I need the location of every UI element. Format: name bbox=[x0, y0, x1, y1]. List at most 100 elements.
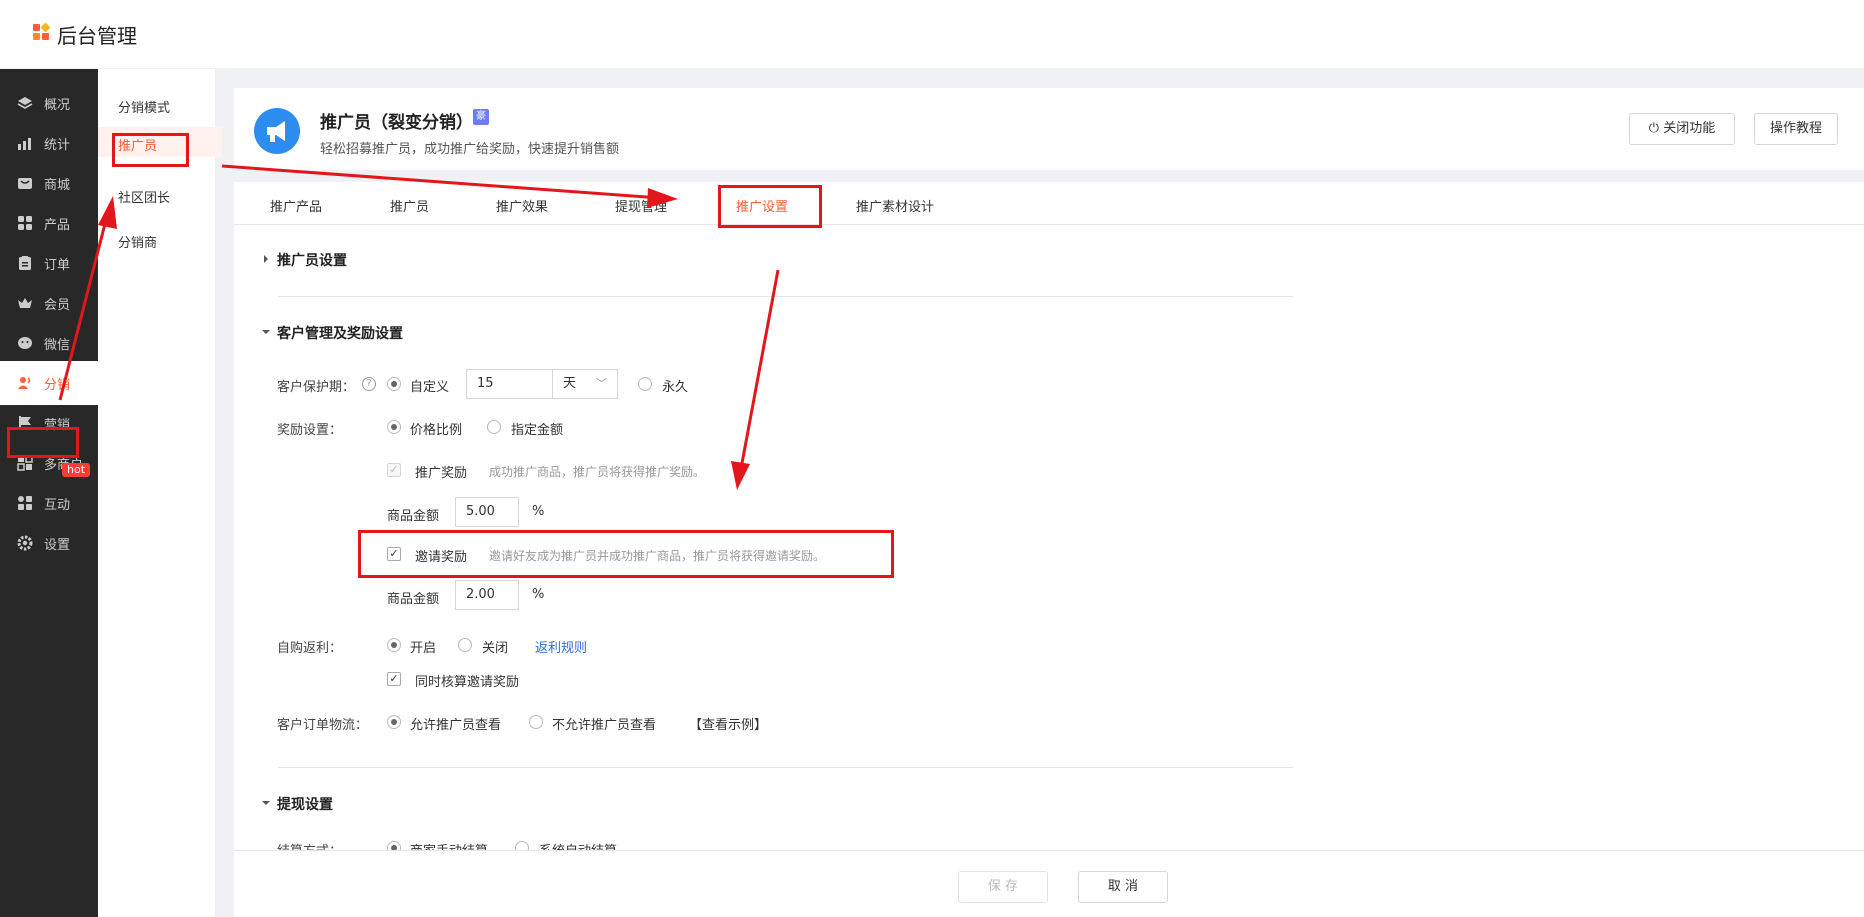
invite-reward-hint: 邀请好友成为推广员并成功推广商品，推广员将获得邀请奖励。 bbox=[489, 549, 826, 563]
help-icon[interactable]: ? bbox=[362, 377, 376, 391]
premium-badge: 豪 bbox=[473, 109, 489, 125]
page-subtitle: 轻松招募推广员，成功推广给奖励，快速提升销售额 bbox=[320, 142, 620, 157]
subnav-item-community-leader[interactable]: 社区团长 bbox=[118, 187, 170, 206]
subnav-item-promoter[interactable]: 推广员 bbox=[98, 127, 222, 157]
invite-amount-label: 商品金额 bbox=[387, 592, 440, 607]
section-promoter-title[interactable]: 推广员设置 bbox=[277, 250, 347, 270]
logistics-allow-radio[interactable] bbox=[387, 715, 401, 729]
divider bbox=[278, 296, 1293, 297]
store-icon bbox=[17, 455, 33, 471]
promote-reward-hint: 成功推广商品，推广员将获得推广奖励。 bbox=[489, 465, 706, 479]
flag-icon bbox=[19, 416, 31, 430]
nav-label: 统计 bbox=[44, 138, 71, 153]
nav-item-mall[interactable]: 商城 bbox=[0, 161, 98, 205]
rebate-off-radio[interactable] bbox=[458, 638, 472, 652]
nav-item-settings[interactable]: 设置 bbox=[0, 521, 98, 565]
nav-item-marketing[interactable]: 营销 bbox=[0, 401, 98, 445]
nav-item-wechat[interactable]: 微信 bbox=[0, 321, 98, 365]
nav-item-overview[interactable]: 概况 bbox=[0, 81, 98, 125]
subnav-item-mode[interactable]: 分销模式 bbox=[118, 97, 170, 116]
tab-promoters[interactable]: 推广员 bbox=[390, 196, 429, 215]
section-withdraw-title[interactable]: 提现设置 bbox=[277, 794, 333, 814]
crown-icon bbox=[18, 298, 32, 308]
close-feature-label: 关闭功能 bbox=[1663, 121, 1716, 136]
protect-period-label: 客户保护期： bbox=[277, 380, 356, 395]
layers-icon bbox=[17, 97, 33, 109]
reward-fixed-radio[interactable] bbox=[487, 420, 501, 434]
section-customer-title[interactable]: 客户管理及奖励设置 bbox=[277, 323, 403, 343]
tab-withdrawal[interactable]: 提现管理 bbox=[615, 196, 667, 215]
chart-icon bbox=[18, 138, 31, 150]
power-icon: ⏻ bbox=[1648, 121, 1660, 136]
nav-label: 营销 bbox=[44, 418, 71, 433]
close-feature-button[interactable]: ⏻ 关闭功能 bbox=[1629, 113, 1735, 145]
app-title: 后台管理 bbox=[57, 24, 137, 48]
nav-label: 概况 bbox=[44, 98, 71, 113]
nav-item-products[interactable]: 产品 bbox=[0, 201, 98, 245]
logistics-deny-label: 不允许推广员查看 bbox=[552, 718, 657, 733]
logistics-deny-radio[interactable] bbox=[529, 715, 543, 729]
page-title: 推广员（裂变分销） bbox=[320, 113, 473, 133]
protect-unit-select[interactable]: 天 ﹀ bbox=[552, 369, 618, 399]
nav-label: 微信 bbox=[44, 338, 71, 353]
divider bbox=[278, 767, 1293, 768]
nav-item-stats[interactable]: 统计 bbox=[0, 121, 98, 165]
nav-label: 产品 bbox=[44, 218, 71, 233]
caret-down-icon[interactable] bbox=[262, 801, 270, 805]
nav-item-orders[interactable]: 订单 bbox=[0, 241, 98, 285]
percent-label: % bbox=[532, 504, 545, 519]
rebate-rule-link[interactable]: 返利规则 bbox=[535, 637, 587, 656]
cancel-button[interactable]: 取 消 bbox=[1078, 871, 1168, 903]
promote-reward-label: 推广奖励 bbox=[415, 466, 468, 481]
reward-ratio-radio[interactable] bbox=[387, 420, 401, 434]
tutorial-button[interactable]: 操作教程 bbox=[1754, 113, 1838, 145]
tab-effect[interactable]: 推广效果 bbox=[496, 196, 548, 215]
caret-right-icon[interactable] bbox=[264, 255, 268, 263]
footer-bar: 保 存 取 消 bbox=[234, 850, 1864, 917]
protect-forever-label: 永久 bbox=[662, 380, 689, 395]
main-nav: 概况 统计 商城 产品 订单 会员 微信 分销 营销 多商户 互动 设 bbox=[0, 69, 98, 917]
protect-custom-radio[interactable] bbox=[387, 377, 401, 391]
nav-item-interaction[interactable]: 互动 bbox=[0, 481, 98, 525]
nav-label: 会员 bbox=[44, 298, 71, 313]
tab-settings[interactable]: 推广设置 bbox=[736, 196, 788, 215]
protect-custom-label: 自定义 bbox=[410, 380, 450, 395]
nav-item-distribution[interactable]: 分销 bbox=[0, 361, 98, 405]
users-icon bbox=[18, 377, 31, 389]
sync-invite-label: 同时核算邀请奖励 bbox=[415, 675, 520, 690]
caret-down-icon[interactable] bbox=[262, 330, 270, 334]
megaphone-icon bbox=[254, 108, 300, 154]
reward-ratio-label: 价格比例 bbox=[410, 423, 463, 438]
invite-amount-input[interactable]: 2.00 bbox=[455, 580, 519, 610]
nav-label: 订单 bbox=[44, 258, 71, 273]
subnav-item-distributor[interactable]: 分销商 bbox=[118, 232, 157, 251]
rebate-on-radio[interactable] bbox=[387, 638, 401, 652]
protect-unit-value: 天 bbox=[563, 376, 577, 391]
tab-materials[interactable]: 推广素材设计 bbox=[856, 196, 934, 215]
promote-amount-input[interactable]: 5.00 bbox=[455, 497, 519, 527]
logo-icon bbox=[33, 22, 51, 42]
promote-reward-checkbox[interactable]: ✓ bbox=[387, 463, 401, 477]
shop-icon bbox=[18, 178, 32, 189]
protect-forever-radio[interactable] bbox=[638, 377, 652, 391]
reward-fixed-label: 指定金额 bbox=[511, 423, 564, 438]
view-example-link[interactable]: 【查看示例】 bbox=[689, 714, 767, 733]
nav-label: 分销 bbox=[44, 378, 71, 393]
rebate-on-label: 开启 bbox=[410, 641, 437, 656]
nav-item-members[interactable]: 会员 bbox=[0, 281, 98, 325]
gear-icon bbox=[17, 535, 33, 551]
percent-label: % bbox=[532, 587, 545, 602]
tab-divider bbox=[234, 224, 1864, 225]
logistics-label: 客户订单物流： bbox=[277, 718, 369, 733]
tab-products[interactable]: 推广产品 bbox=[270, 196, 322, 215]
sync-invite-checkbox[interactable]: ✓ bbox=[387, 672, 401, 686]
nav-label: 商城 bbox=[44, 178, 71, 193]
save-button[interactable]: 保 存 bbox=[958, 871, 1048, 903]
protect-days-input[interactable]: 15 bbox=[466, 369, 554, 399]
grid-icon bbox=[18, 216, 32, 230]
chevron-down-icon: ﹀ bbox=[596, 377, 607, 390]
invite-reward-checkbox[interactable]: ✓ bbox=[387, 547, 401, 561]
clipboard-icon bbox=[19, 256, 31, 270]
rebate-off-label: 关闭 bbox=[482, 641, 509, 656]
invite-reward-label: 邀请奖励 bbox=[415, 550, 468, 565]
